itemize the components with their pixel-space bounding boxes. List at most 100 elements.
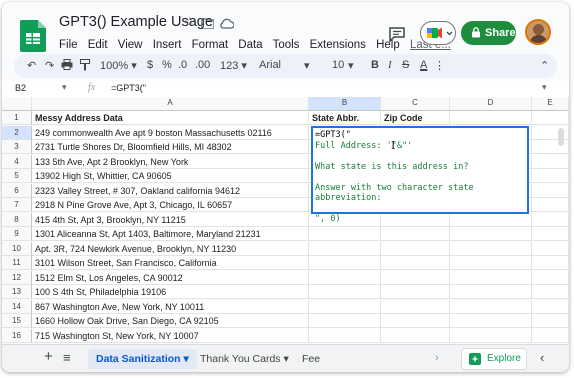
address-cell[interactable]: 133 5th Ave, Apt 2 Brooklyn, New York [32, 155, 309, 169]
font-select-arrow-icon[interactable]: ▾ [304, 59, 310, 72]
table-cell[interactable] [532, 111, 569, 125]
row-header[interactable]: 3 [2, 140, 32, 154]
name-box-arrow-icon[interactable]: ▾ [62, 82, 67, 93]
table-cell[interactable] [381, 242, 450, 256]
menu-file[interactable]: File [59, 39, 78, 51]
all-sheets-icon[interactable]: ≡ [63, 350, 71, 365]
add-sheet-icon[interactable]: + [44, 348, 53, 365]
row-header[interactable]: 5 [2, 169, 32, 183]
row-header[interactable]: 16 [2, 329, 32, 343]
table-cell[interactable] [532, 300, 569, 314]
italic-button[interactable]: I [388, 59, 392, 71]
table-cell[interactable] [532, 198, 569, 212]
table-cell[interactable] [309, 256, 381, 270]
cloud-status-icon[interactable] [219, 16, 235, 34]
redo-icon[interactable]: ↷ [45, 59, 54, 72]
table-cell[interactable] [309, 227, 381, 241]
address-cell[interactable]: 3101 Wilson Street, San Francisco, Calif… [32, 256, 309, 270]
share-button[interactable]: Share [461, 21, 516, 45]
address-cell[interactable]: Apt. 3R, 724 Newkirk Avenue, Brooklyn, N… [32, 242, 309, 256]
name-box[interactable]: B2 [15, 83, 26, 93]
font-size-arrow-icon[interactable]: ▾ [348, 59, 354, 72]
table-cell[interactable] [309, 300, 381, 314]
meet-button[interactable] [420, 21, 456, 45]
font-size-input[interactable]: 10 [332, 59, 344, 71]
address-cell[interactable]: 100 S 4th St, Philadelphia 19106 [32, 285, 309, 299]
row-header[interactable]: 12 [2, 271, 32, 285]
table-cell[interactable] [532, 242, 569, 256]
expand-formula-icon[interactable]: ▾ [542, 82, 547, 93]
tab-thank-you-cards[interactable]: Thank You Cards ▾ [192, 349, 297, 369]
menu-insert[interactable]: Insert [153, 39, 182, 51]
menu-data[interactable]: Data [238, 39, 262, 51]
column-header-e[interactable]: E [532, 97, 569, 111]
address-cell[interactable]: 2918 N Pine Grove Ave, Apt 3, Chicago, I… [32, 198, 309, 212]
table-cell[interactable] [309, 329, 381, 343]
table-cell[interactable] [532, 213, 569, 227]
sheets-logo-icon[interactable] [20, 20, 46, 52]
row-header[interactable]: 8 [2, 213, 32, 227]
column-header-a[interactable]: A [32, 97, 309, 111]
column-header-b[interactable]: B [309, 97, 381, 111]
address-cell[interactable]: 415 4th St, Apt 3, Brooklyn, NY 11215 [32, 213, 309, 227]
print-icon[interactable] [61, 59, 73, 73]
avatar[interactable] [525, 19, 551, 45]
table-cell[interactable] [381, 329, 450, 343]
table-cell[interactable] [381, 314, 450, 328]
vertical-scrollbar[interactable] [558, 128, 564, 146]
address-cell[interactable]: 13902 High St, Whittier, CA 90605 [32, 169, 309, 183]
table-cell[interactable] [532, 227, 569, 241]
comment-history-icon[interactable] [388, 26, 406, 47]
table-cell[interactable] [381, 271, 450, 285]
menu-format[interactable]: Format [192, 39, 228, 51]
number-format-select[interactable]: 123 ▾ [220, 59, 247, 72]
address-cell[interactable]: 2323 Valley Street, # 307, Oakland calif… [32, 184, 309, 198]
collapse-toolbar-icon[interactable]: ⌃ [540, 59, 549, 72]
table-cell[interactable] [450, 111, 532, 125]
menu-tools[interactable]: Tools [273, 39, 300, 51]
scroll-tabs-left-icon[interactable]: › [435, 352, 439, 364]
decrease-decimal-button[interactable]: .0 [178, 59, 187, 71]
row-header[interactable]: 13 [2, 285, 32, 299]
row-header[interactable]: 14 [2, 300, 32, 314]
table-cell[interactable] [450, 256, 532, 270]
table-cell[interactable] [450, 300, 532, 314]
header-state-abbr[interactable]: State Abbr. [309, 111, 381, 125]
table-cell[interactable] [532, 155, 569, 169]
formula-input[interactable]: =GPT3(" [111, 83, 146, 93]
table-cell[interactable] [381, 285, 450, 299]
table-cell[interactable] [381, 227, 450, 241]
column-header-d[interactable]: D [450, 97, 532, 111]
bold-button[interactable]: B [371, 59, 379, 71]
strikethrough-button[interactable]: S [402, 59, 409, 71]
address-cell[interactable]: 715 Washington St, New York, NY 10007 [32, 329, 309, 343]
address-cell[interactable]: 1512 Elm St, Los Angeles, CA 90012 [32, 271, 309, 285]
explore-button[interactable]: Explore [461, 348, 527, 370]
select-all-corner[interactable] [2, 97, 32, 111]
table-cell[interactable] [532, 256, 569, 270]
address-cell[interactable]: 249 commonwealth Ave apt 9 boston Massac… [32, 126, 309, 140]
table-cell[interactable] [309, 285, 381, 299]
cell-editor[interactable]: =GPT3(" Full Address: '"&"' What state i… [311, 126, 529, 224]
table-cell[interactable] [532, 184, 569, 198]
text-color-button[interactable]: A [420, 59, 427, 71]
row-header[interactable]: 10 [2, 242, 32, 256]
table-cell[interactable] [381, 300, 450, 314]
menu-edit[interactable]: Edit [88, 39, 108, 51]
table-cell[interactable] [450, 285, 532, 299]
undo-icon[interactable]: ↶ [27, 59, 36, 72]
row-header[interactable]: 7 [2, 198, 32, 212]
column-header-c[interactable]: C [381, 97, 450, 111]
row-header[interactable]: 2 [2, 126, 32, 140]
table-cell[interactable] [309, 314, 381, 328]
row-header[interactable]: 15 [2, 314, 32, 328]
font-select[interactable]: Arial [259, 59, 281, 71]
collapse-side-panel-icon[interactable]: ‹ [540, 350, 544, 365]
row-header[interactable]: 6 [2, 184, 32, 198]
paint-format-icon[interactable] [80, 59, 90, 74]
star-icon[interactable]: ☆ [184, 14, 196, 30]
increase-decimal-button[interactable]: .00 [195, 59, 210, 71]
table-cell[interactable] [532, 271, 569, 285]
header-zip-code[interactable]: Zip Code [381, 111, 450, 125]
table-cell[interactable] [450, 314, 532, 328]
